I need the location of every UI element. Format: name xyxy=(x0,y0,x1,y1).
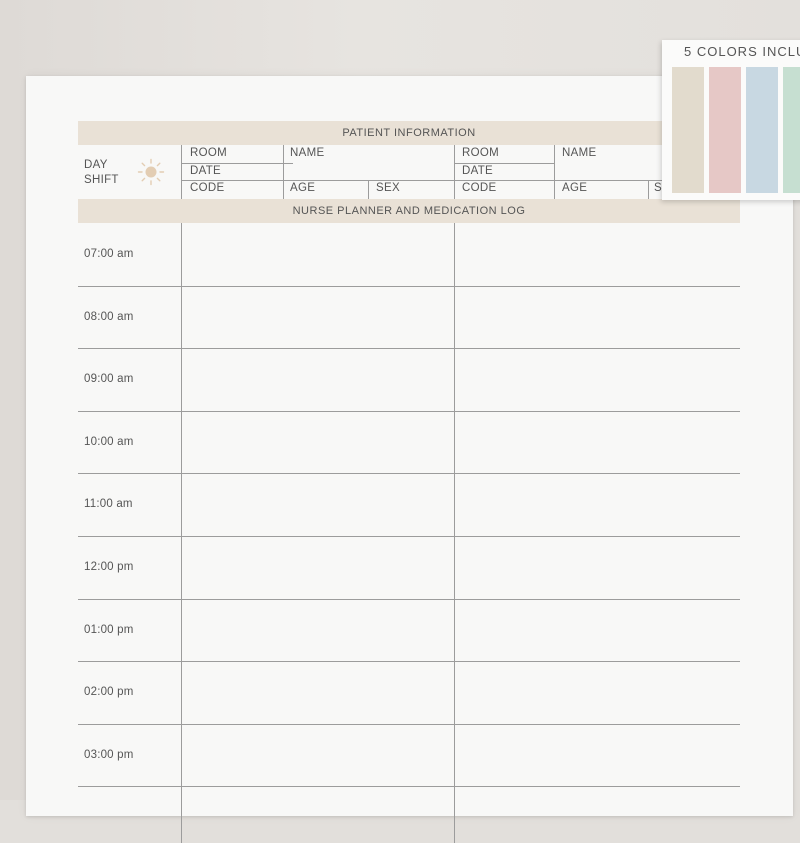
room-field-1[interactable]: ROOM xyxy=(190,147,227,159)
info-divider xyxy=(181,180,740,181)
time-slot-label: 03:00 pm xyxy=(84,748,134,761)
name-field-1[interactable]: NAME xyxy=(290,147,324,159)
schedule-column-divider xyxy=(181,223,182,843)
time-slot-label: 11:00 am xyxy=(84,498,133,511)
sun-icon xyxy=(137,158,165,186)
room-field-2[interactable]: ROOM xyxy=(462,147,499,159)
time-slot-label: 10:00 am xyxy=(84,435,134,448)
info-divider xyxy=(554,145,555,199)
shift-line-2: SHIFT xyxy=(84,174,119,186)
swatch-color-4 xyxy=(783,67,800,193)
color-swatch-card: 5 COLORS INCLU xyxy=(662,40,800,200)
info-divider xyxy=(648,180,649,199)
patient-information-header: PATIENT INFORMATION xyxy=(78,121,740,145)
time-slot-divider xyxy=(78,348,740,349)
time-slot-divider xyxy=(78,724,740,725)
schedule-column-divider xyxy=(454,223,455,843)
time-slot-divider xyxy=(78,599,740,600)
nurse-planner-header: NURSE PLANNER AND MEDICATION LOG xyxy=(78,199,740,223)
code-field-1[interactable]: CODE xyxy=(190,182,224,194)
info-divider xyxy=(181,163,293,164)
time-slot-divider xyxy=(78,661,740,662)
time-slot-label: 07:00 am xyxy=(84,248,134,260)
time-slot-label: 09:00 am xyxy=(84,373,134,386)
swatch-color-2 xyxy=(709,67,741,193)
info-divider xyxy=(283,145,284,199)
info-divider xyxy=(181,145,182,199)
nurse-planner-title: NURSE PLANNER AND MEDICATION LOG xyxy=(292,205,526,217)
swatch-color-3 xyxy=(746,67,778,193)
time-slot-divider xyxy=(78,473,740,474)
date-field-2[interactable]: DATE xyxy=(462,165,493,177)
swatch-color-1 xyxy=(672,67,704,193)
name-field-2[interactable]: NAME xyxy=(562,147,596,159)
time-slot-divider xyxy=(78,786,740,787)
age-field-1[interactable]: AGE xyxy=(290,182,315,194)
day-shift-label: DAY SHIFT xyxy=(84,158,144,188)
patient-information-title: PATIENT INFORMATION xyxy=(342,127,476,139)
swatch-card-title: 5 COLORS INCLU xyxy=(684,44,800,59)
date-field-1[interactable]: DATE xyxy=(190,165,221,177)
age-field-2[interactable]: AGE xyxy=(562,182,587,194)
time-slot-label: 12:00 pm xyxy=(84,561,134,573)
time-slot-label: 01:00 pm xyxy=(84,623,134,636)
info-divider xyxy=(454,163,554,164)
time-slot-label: 02:00 pm xyxy=(84,686,134,699)
shift-line-1: DAY xyxy=(84,159,108,171)
time-slot-divider xyxy=(78,286,740,287)
info-divider xyxy=(454,145,455,199)
time-slot-label: 08:00 am xyxy=(84,310,134,323)
time-slot-divider xyxy=(78,411,740,412)
code-field-2[interactable]: CODE xyxy=(462,182,496,194)
time-slot-divider xyxy=(78,536,740,537)
sex-field-2[interactable]: S xyxy=(654,182,662,194)
sex-field-1[interactable]: SEX xyxy=(376,182,400,194)
info-divider xyxy=(368,180,369,199)
